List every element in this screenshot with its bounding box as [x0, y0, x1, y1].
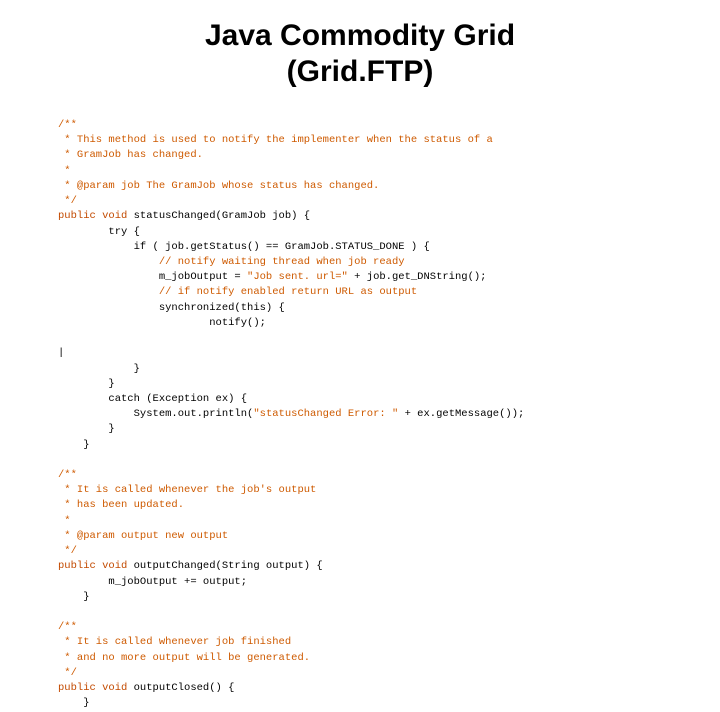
code-line: outputChanged(String output) {	[127, 560, 322, 572]
code-line: }	[58, 591, 90, 603]
code-line: }	[58, 423, 115, 435]
code-line: |	[58, 347, 64, 359]
code-line: *	[58, 165, 71, 177]
code-line: /**	[58, 119, 77, 131]
code-line: synchronized(this) {	[58, 302, 285, 314]
code-line: + job.get_DNString();	[348, 271, 487, 283]
code-line: * GramJob has changed.	[58, 149, 203, 161]
code-line: /**	[58, 469, 77, 481]
code-line: */	[58, 195, 77, 207]
code-line: + ex.getMessage());	[398, 408, 524, 420]
code-line: System.out.println(	[58, 408, 253, 420]
code-line: * and no more output will be generated.	[58, 652, 310, 664]
code-line: statusChanged(GramJob job) {	[127, 210, 310, 222]
code-keyword: public void	[58, 210, 127, 222]
code-line: }	[58, 363, 140, 375]
title-line2: (Grid.FTP)	[287, 55, 434, 88]
code-line: * has been updated.	[58, 499, 184, 511]
code-line: * This method is used to notify the impl…	[58, 134, 493, 146]
code-line: m_jobOutput += output;	[58, 576, 247, 588]
code-line: if ( job.getStatus() == GramJob.STATUS_D…	[58, 241, 430, 253]
code-line: outputClosed() {	[127, 682, 234, 694]
code-comment: // if notify enabled return URL as outpu…	[58, 286, 417, 298]
slide: Java Commodity Grid (Grid.FTP) /** * Thi…	[0, 0, 720, 540]
code-line: try {	[58, 226, 140, 238]
code-keyword: public void	[58, 682, 127, 694]
code-line: * It is called whenever job finished	[58, 636, 291, 648]
code-line: /**	[58, 621, 77, 633]
code-string: "Job sent. url="	[247, 271, 348, 283]
code-line: }	[58, 439, 90, 451]
code-line: */	[58, 667, 77, 679]
code-line: *	[58, 515, 71, 527]
slide-title: Java Commodity Grid (Grid.FTP)	[30, 18, 690, 90]
code-string: "statusChanged Error: "	[253, 408, 398, 420]
code-line: */	[58, 545, 77, 557]
code-line: }	[58, 378, 115, 390]
code-keyword: public void	[58, 560, 127, 572]
code-line: notify();	[58, 317, 266, 329]
code-block: /** * This method is used to notify the …	[30, 118, 690, 712]
code-line: * @param output new output	[58, 530, 228, 542]
code-line: * @param job The GramJob whose status ha…	[58, 180, 379, 192]
code-comment: // notify waiting thread when job ready	[58, 256, 405, 268]
code-line: }	[58, 697, 90, 709]
code-line: m_jobOutput =	[58, 271, 247, 283]
code-line: catch (Exception ex) {	[58, 393, 247, 405]
code-line: * It is called whenever the job's output	[58, 484, 316, 496]
title-line1: Java Commodity Grid	[205, 19, 515, 52]
